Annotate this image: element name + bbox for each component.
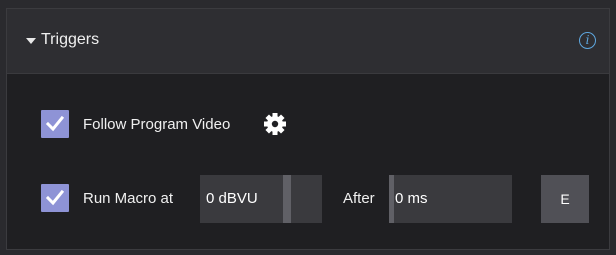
collapse-caret-icon[interactable] — [26, 38, 36, 44]
macro-level-value: 0 dBVU — [206, 190, 258, 207]
run-macro-label: Run Macro at — [83, 190, 174, 207]
after-delay-slider-handle[interactable] — [389, 175, 394, 223]
e-button[interactable]: E — [541, 175, 589, 223]
after-label: After — [343, 190, 375, 207]
follow-program-video-checkbox[interactable] — [41, 110, 69, 138]
triggers-header[interactable]: Triggers i — [7, 9, 609, 74]
run-macro-checkbox[interactable] — [41, 184, 69, 212]
after-delay-value: 0 ms — [395, 190, 428, 207]
follow-program-video-label: Follow Program Video — [83, 116, 231, 133]
panel-title: Triggers — [41, 31, 100, 48]
triggers-panel: Triggers i Follow Program Video Run Macr… — [6, 8, 610, 250]
check-icon — [45, 189, 65, 206]
macro-level-input[interactable]: 0 dBVU — [200, 175, 322, 223]
after-delay-input[interactable]: 0 ms — [389, 175, 512, 223]
macro-level-slider-handle[interactable] — [283, 175, 291, 223]
gear-icon[interactable] — [262, 111, 288, 137]
check-icon — [45, 115, 65, 132]
info-icon[interactable]: i — [579, 32, 596, 49]
